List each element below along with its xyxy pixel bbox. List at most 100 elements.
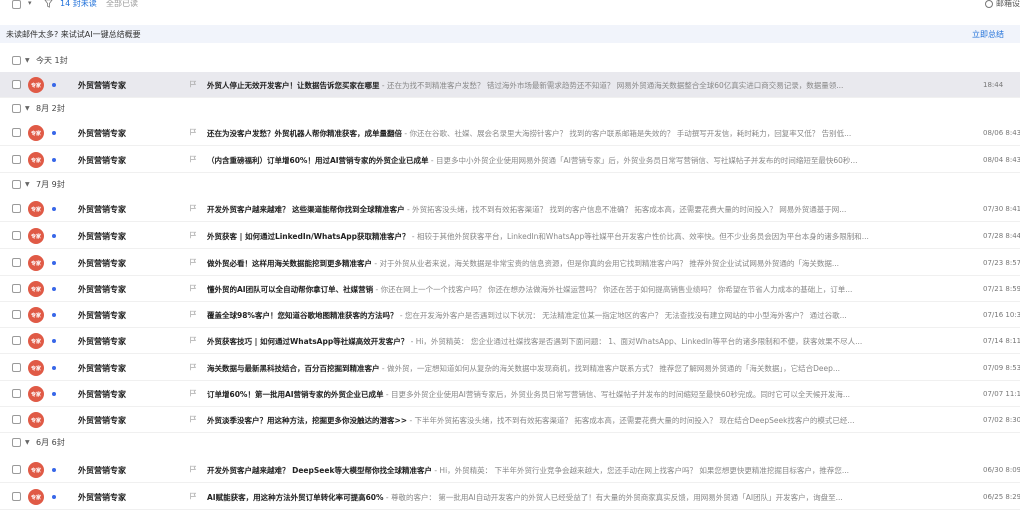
flag-icon[interactable] bbox=[189, 465, 197, 473]
mail-subject: （内含重磅福利）订单增60%！用过AI营销专家的外贸企业已成单 bbox=[207, 156, 429, 165]
mail-row[interactable]: 专家 外贸营销专家 外贸淡季没客户？用这种方法，挖掘更多你没触达的潜客>> - 下半… bbox=[0, 407, 1020, 433]
mail-select-checkbox[interactable] bbox=[12, 363, 21, 372]
avatar: 专家 bbox=[28, 125, 44, 141]
mail-subject: 覆盖全球98%客户！您知道谷歌地图精准获客的方法吗？ bbox=[207, 311, 398, 320]
mail-time: 06/25 8:29 bbox=[983, 493, 1020, 501]
mail-select-checkbox[interactable] bbox=[12, 204, 21, 213]
select-dropdown-chevron-icon[interactable]: ▾ bbox=[28, 0, 32, 7]
collapse-chevron-icon[interactable]: ▼ bbox=[25, 181, 30, 188]
mail-row[interactable]: 专家 外贸营销专家 外贸人停止无效开发客户！让数据告诉您买家在哪里 - 还在为找不到… bbox=[0, 72, 1020, 98]
mail-preview: - Hi，外贸精英： 您企业通过社媒找客是否遇到下面问题： 1、面对WhatsA… bbox=[408, 337, 863, 346]
flag-icon[interactable] bbox=[189, 155, 197, 163]
mail-row[interactable]: 专家 外贸营销专家 海关数据与最新黑科技结合，百分百挖掘到精准客户 - 做外贸，一定… bbox=[0, 355, 1020, 381]
mail-row[interactable]: 专家 外贸营销专家 覆盖全球98%客户！您知道谷歌地图精准获客的方法吗？ - 您在开… bbox=[0, 302, 1020, 328]
mail-subject: 外贸人停止无效开发客户！让数据告诉您买家在哪里 bbox=[207, 81, 380, 90]
mail-row[interactable]: 专家 外贸营销专家 做外贸必看！这样用海关数据能挖到更多精准客户 - 对于外贸从业者… bbox=[0, 250, 1020, 276]
avatar: 专家 bbox=[28, 412, 44, 428]
mail-row[interactable]: 专家 外贸营销专家 订单增60%！第一批用AI营销专家的外贸企业已成单 - 目更多外… bbox=[0, 381, 1020, 407]
mail-content: 海关数据与最新黑科技结合，百分百挖掘到精准客户 - 做外贸，一定想知道如何从复杂… bbox=[207, 363, 945, 374]
date-group-header: ▼ 7月 9封 bbox=[0, 175, 1020, 193]
date-group-header: ▼ 今天 1封 bbox=[0, 51, 1020, 69]
select-all-checkbox[interactable] bbox=[12, 0, 21, 9]
filter-icon[interactable] bbox=[44, 0, 53, 8]
avatar: 专家 bbox=[28, 201, 44, 217]
mail-select-checkbox[interactable] bbox=[12, 155, 21, 164]
mail-select-checkbox[interactable] bbox=[12, 128, 21, 137]
avatar: 专家 bbox=[28, 333, 44, 349]
group-select-checkbox[interactable] bbox=[12, 437, 21, 447]
mail-row[interactable]: 专家 外贸营销专家 懂外贸的AI团队可以全自动帮你拿订单、社媒营销 - 你还在网上一… bbox=[0, 276, 1020, 302]
group-select-checkbox[interactable] bbox=[12, 179, 21, 189]
mail-sender: 外贸营销专家 bbox=[78, 364, 126, 373]
ai-summary-banner: 未读邮件太多? 来试试AI一键总结概要 立即总结 bbox=[0, 25, 1020, 43]
unread-dot-icon bbox=[52, 313, 56, 317]
unread-dot-icon bbox=[52, 261, 56, 265]
mail-row[interactable]: 专家 外贸营销专家 （内含重磅福利）订单增60%！用过AI营销专家的外贸企业已成单 … bbox=[0, 147, 1020, 173]
collapse-chevron-icon[interactable]: ▼ bbox=[25, 439, 30, 446]
mail-select-checkbox[interactable] bbox=[12, 336, 21, 345]
mail-select-checkbox[interactable] bbox=[12, 284, 21, 293]
group-label: 7月 9封 bbox=[36, 179, 65, 189]
mail-select-checkbox[interactable] bbox=[12, 231, 21, 240]
mail-subject: 开发外贸客户越来越难？ DeepSeek等大模型帮你找全球精准客户 bbox=[207, 466, 432, 475]
flag-icon[interactable] bbox=[189, 492, 197, 500]
flag-icon[interactable] bbox=[189, 415, 197, 423]
mail-row[interactable]: 专家 外贸营销专家 外贸获客技巧 | 如何通过WhatsApp等社媒高效开发客户？ … bbox=[0, 328, 1020, 354]
mail-subject: 开发外贸客户越来越难？ 这些渠道能帮你找到全球精准客户 bbox=[207, 205, 405, 214]
mail-toolbar: ▾ 14 封未读 全部已读 邮箱设 bbox=[0, 0, 1020, 14]
mail-select-checkbox[interactable] bbox=[12, 465, 21, 474]
mail-preview: - Hi，外贸精英： 下半年外贸行业竞争会越来越大，您还手动在网上找客户吗？ 如… bbox=[431, 466, 850, 475]
mailbox-settings-label: 邮箱设 bbox=[996, 0, 1020, 8]
mail-row[interactable]: 专家 外贸营销专家 AI赋能获客，用这种方法外贸订单转化率可提高60% - 尊敬的客… bbox=[0, 484, 1020, 510]
group-label: 6月 6封 bbox=[36, 437, 65, 447]
mail-content: 做外贸必看！这样用海关数据能挖到更多精准客户 - 对于外贸从业者来说，海关数据是… bbox=[207, 258, 945, 269]
flag-icon[interactable] bbox=[189, 231, 197, 239]
mail-row[interactable]: 专家 外贸营销专家 外贸获客 | 如何通过LinkedIn/WhatsApp获取精准… bbox=[0, 223, 1020, 249]
mail-sender: 外贸营销专家 bbox=[78, 311, 126, 320]
mail-time: 07/28 8:44 bbox=[983, 232, 1020, 240]
collapse-chevron-icon[interactable]: ▼ bbox=[25, 57, 30, 64]
flag-icon[interactable] bbox=[189, 80, 197, 88]
group-select-checkbox[interactable] bbox=[12, 55, 21, 65]
mail-select-checkbox[interactable] bbox=[12, 310, 21, 319]
flag-icon[interactable] bbox=[189, 258, 197, 266]
mail-row[interactable]: 专家 外贸营销专家 开发外贸客户越来越难？ DeepSeek等大模型帮你找全球精准客… bbox=[0, 457, 1020, 483]
flag-icon[interactable] bbox=[189, 128, 197, 136]
mail-time: 07/21 8:59 bbox=[983, 285, 1020, 293]
mail-select-checkbox[interactable] bbox=[12, 258, 21, 267]
mail-select-checkbox[interactable] bbox=[12, 389, 21, 398]
mail-preview: - 还在为找不到精准客户发愁？ 错过海外市场最新需求趋势还不知道？ 网易外贸通海… bbox=[379, 81, 844, 90]
mail-content: 外贸人停止无效开发客户！让数据告诉您买家在哪里 - 还在为找不到精准客户发愁？ … bbox=[207, 80, 945, 91]
mail-row[interactable]: 专家 外贸营销专家 还在为没客户发愁？外贸机器人帮你精准获客，成单量翻倍 - 你还在… bbox=[0, 120, 1020, 146]
mark-all-read-button[interactable]: 全部已读 bbox=[106, 0, 138, 9]
mail-sender: 外贸营销专家 bbox=[78, 416, 126, 425]
flag-icon[interactable] bbox=[189, 204, 197, 212]
flag-icon[interactable] bbox=[189, 363, 197, 371]
flag-icon[interactable] bbox=[189, 284, 197, 292]
mail-time: 06/30 8:09 bbox=[983, 466, 1020, 474]
mail-sender: 外贸营销专家 bbox=[78, 390, 126, 399]
group-select-checkbox[interactable] bbox=[12, 103, 21, 113]
date-group-header: ▼ 8月 2封 bbox=[0, 99, 1020, 117]
avatar: 专家 bbox=[28, 386, 44, 402]
flag-icon[interactable] bbox=[189, 310, 197, 318]
group-label: 8月 2封 bbox=[36, 103, 65, 113]
mailbox-settings-button[interactable]: 邮箱设 bbox=[985, 0, 1020, 9]
mail-row[interactable]: 专家 外贸营销专家 开发外贸客户越来越难？ 这些渠道能帮你找到全球精准客户 - 外贸… bbox=[0, 196, 1020, 222]
unread-dot-icon bbox=[52, 339, 56, 343]
mail-sender: 外贸营销专家 bbox=[78, 156, 126, 165]
unread-count: 14 封未读 bbox=[60, 0, 97, 8]
avatar: 专家 bbox=[28, 228, 44, 244]
summarize-now-link[interactable]: 立即总结 bbox=[972, 29, 1004, 40]
flag-icon[interactable] bbox=[189, 389, 197, 397]
mail-preview: - 做外贸，一定想知道如何从复杂的海关数据中发现商机，找到精准客户联系方式？ 推… bbox=[379, 364, 841, 373]
avatar: 专家 bbox=[28, 255, 44, 271]
mail-select-checkbox[interactable] bbox=[12, 80, 21, 89]
mail-select-checkbox[interactable] bbox=[12, 415, 21, 424]
flag-icon[interactable] bbox=[189, 336, 197, 344]
mail-content: 外贸获客技巧 | 如何通过WhatsApp等社媒高效开发客户？ - Hi，外贸精… bbox=[207, 336, 945, 347]
mail-sender: 外贸营销专家 bbox=[78, 259, 126, 268]
mail-subject: 外贸淡季没客户？用这种方法，挖掘更多你没触达的潜客>> bbox=[207, 416, 408, 425]
mail-select-checkbox[interactable] bbox=[12, 492, 21, 501]
collapse-chevron-icon[interactable]: ▼ bbox=[25, 105, 30, 112]
